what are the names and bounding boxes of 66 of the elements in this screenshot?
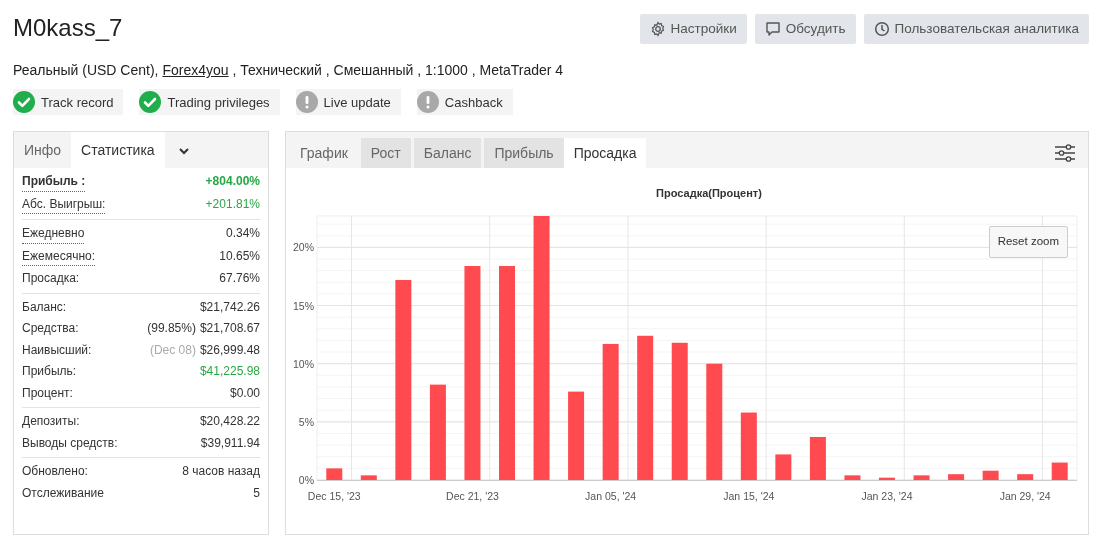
stat-note: (Dec 08) [149, 341, 196, 359]
chart-tab[interactable]: График [290, 138, 358, 169]
stat-label: Ежемесячно: [22, 247, 95, 267]
chevron-icon [178, 147, 189, 156]
stat-label: Обновлено: [22, 463, 88, 481]
broker-link[interactable]: Forex4you [162, 62, 229, 79]
stat-label: Отслеживание [22, 484, 104, 502]
stat-label: Баланс: [22, 298, 67, 316]
x-axis-label: Dec 15, '23 [307, 490, 361, 503]
panel-tab[interactable]: Статистика [71, 132, 165, 169]
analytics-button[interactable]: Пользовательская аналитика [863, 14, 1089, 45]
stat-value: 8 часов назад [182, 463, 260, 481]
x-axis-label: Jan 05, '24 [585, 490, 637, 503]
stat-note: (99.85%) [147, 320, 196, 338]
chart-tab[interactable]: Просадка [563, 138, 647, 169]
stat-value: +201.81% [205, 195, 260, 213]
filter-settings-icon[interactable] [1054, 143, 1076, 164]
account-details: , Технический , Смешанный , 1:1000 , MetaTrader 4 [231, 62, 564, 79]
settings-button[interactable]: Настройки [639, 14, 747, 45]
stat-value: $26,999.48 [199, 341, 260, 359]
stat-label: Ежедневно [22, 225, 85, 244]
y-axis-label: 5% [298, 416, 314, 429]
stat-value: $0.00 [229, 384, 260, 402]
x-axis-label: Jan 15, '24 [723, 490, 775, 503]
status-badge: Trading privileges [139, 89, 280, 116]
stat-label: Средства: [22, 320, 79, 338]
status-badge: Cashback [416, 89, 513, 116]
stat-value: $21,742.26 [199, 298, 260, 316]
panel-tab[interactable]: Инфо [14, 132, 72, 169]
y-axis-label: 10% [293, 357, 314, 370]
y-axis-label: 15% [293, 299, 314, 312]
x-axis-label: Dec 21, '23 [446, 490, 499, 503]
stat-label: Прибыль: [22, 363, 77, 381]
account-details: Реальный (USD Cent), [13, 62, 160, 79]
clock-icon [873, 21, 890, 38]
y-axis-label: 20% [293, 241, 314, 254]
stat-value: $39,911.94 [200, 434, 260, 452]
reset-zoom-button[interactable]: Reset zoom [988, 226, 1068, 258]
stat-label: Прибыль : [22, 173, 86, 192]
stat-label: Наивысший: [22, 341, 92, 359]
stat-value: 5 [253, 484, 260, 502]
stat-value: $20,428.22 [199, 413, 260, 431]
account-title: M0kass_7 [13, 14, 123, 43]
chart-tab[interactable]: Рост [360, 138, 411, 169]
stat-value: 10.65% [219, 247, 260, 265]
stat-label: Депозиты: [22, 413, 80, 431]
stat-label: Выводы средств: [22, 434, 118, 452]
discuss-button[interactable]: Обсудить [754, 14, 856, 45]
stat-value: +804.00% [205, 173, 260, 191]
stat-label: Просадка: [22, 270, 80, 288]
chart-tab[interactable]: Баланс [413, 138, 482, 169]
stat-value: $41,225.98 [199, 363, 260, 381]
x-axis-label: Jan 23, '24 [861, 490, 913, 503]
status-badge: Track record [13, 89, 124, 116]
x-axis-label: Jan 29, '24 [999, 490, 1051, 503]
stat-value: 0.34% [225, 225, 260, 243]
status-badge: Live update [295, 89, 401, 116]
stat-label: Абс. Выигрыш: [22, 195, 106, 215]
gear-icon [649, 21, 666, 38]
y-axis-label: 0% [298, 474, 314, 487]
chart-tab[interactable]: Прибыль [484, 138, 564, 169]
stat-value: $21,708.67 [199, 320, 260, 338]
chart-title: Просадка(Процент) [656, 187, 762, 200]
stat-value: 67.76% [219, 270, 260, 288]
stat-label: Процент: [22, 384, 73, 402]
speech-bubble-icon [764, 21, 781, 38]
